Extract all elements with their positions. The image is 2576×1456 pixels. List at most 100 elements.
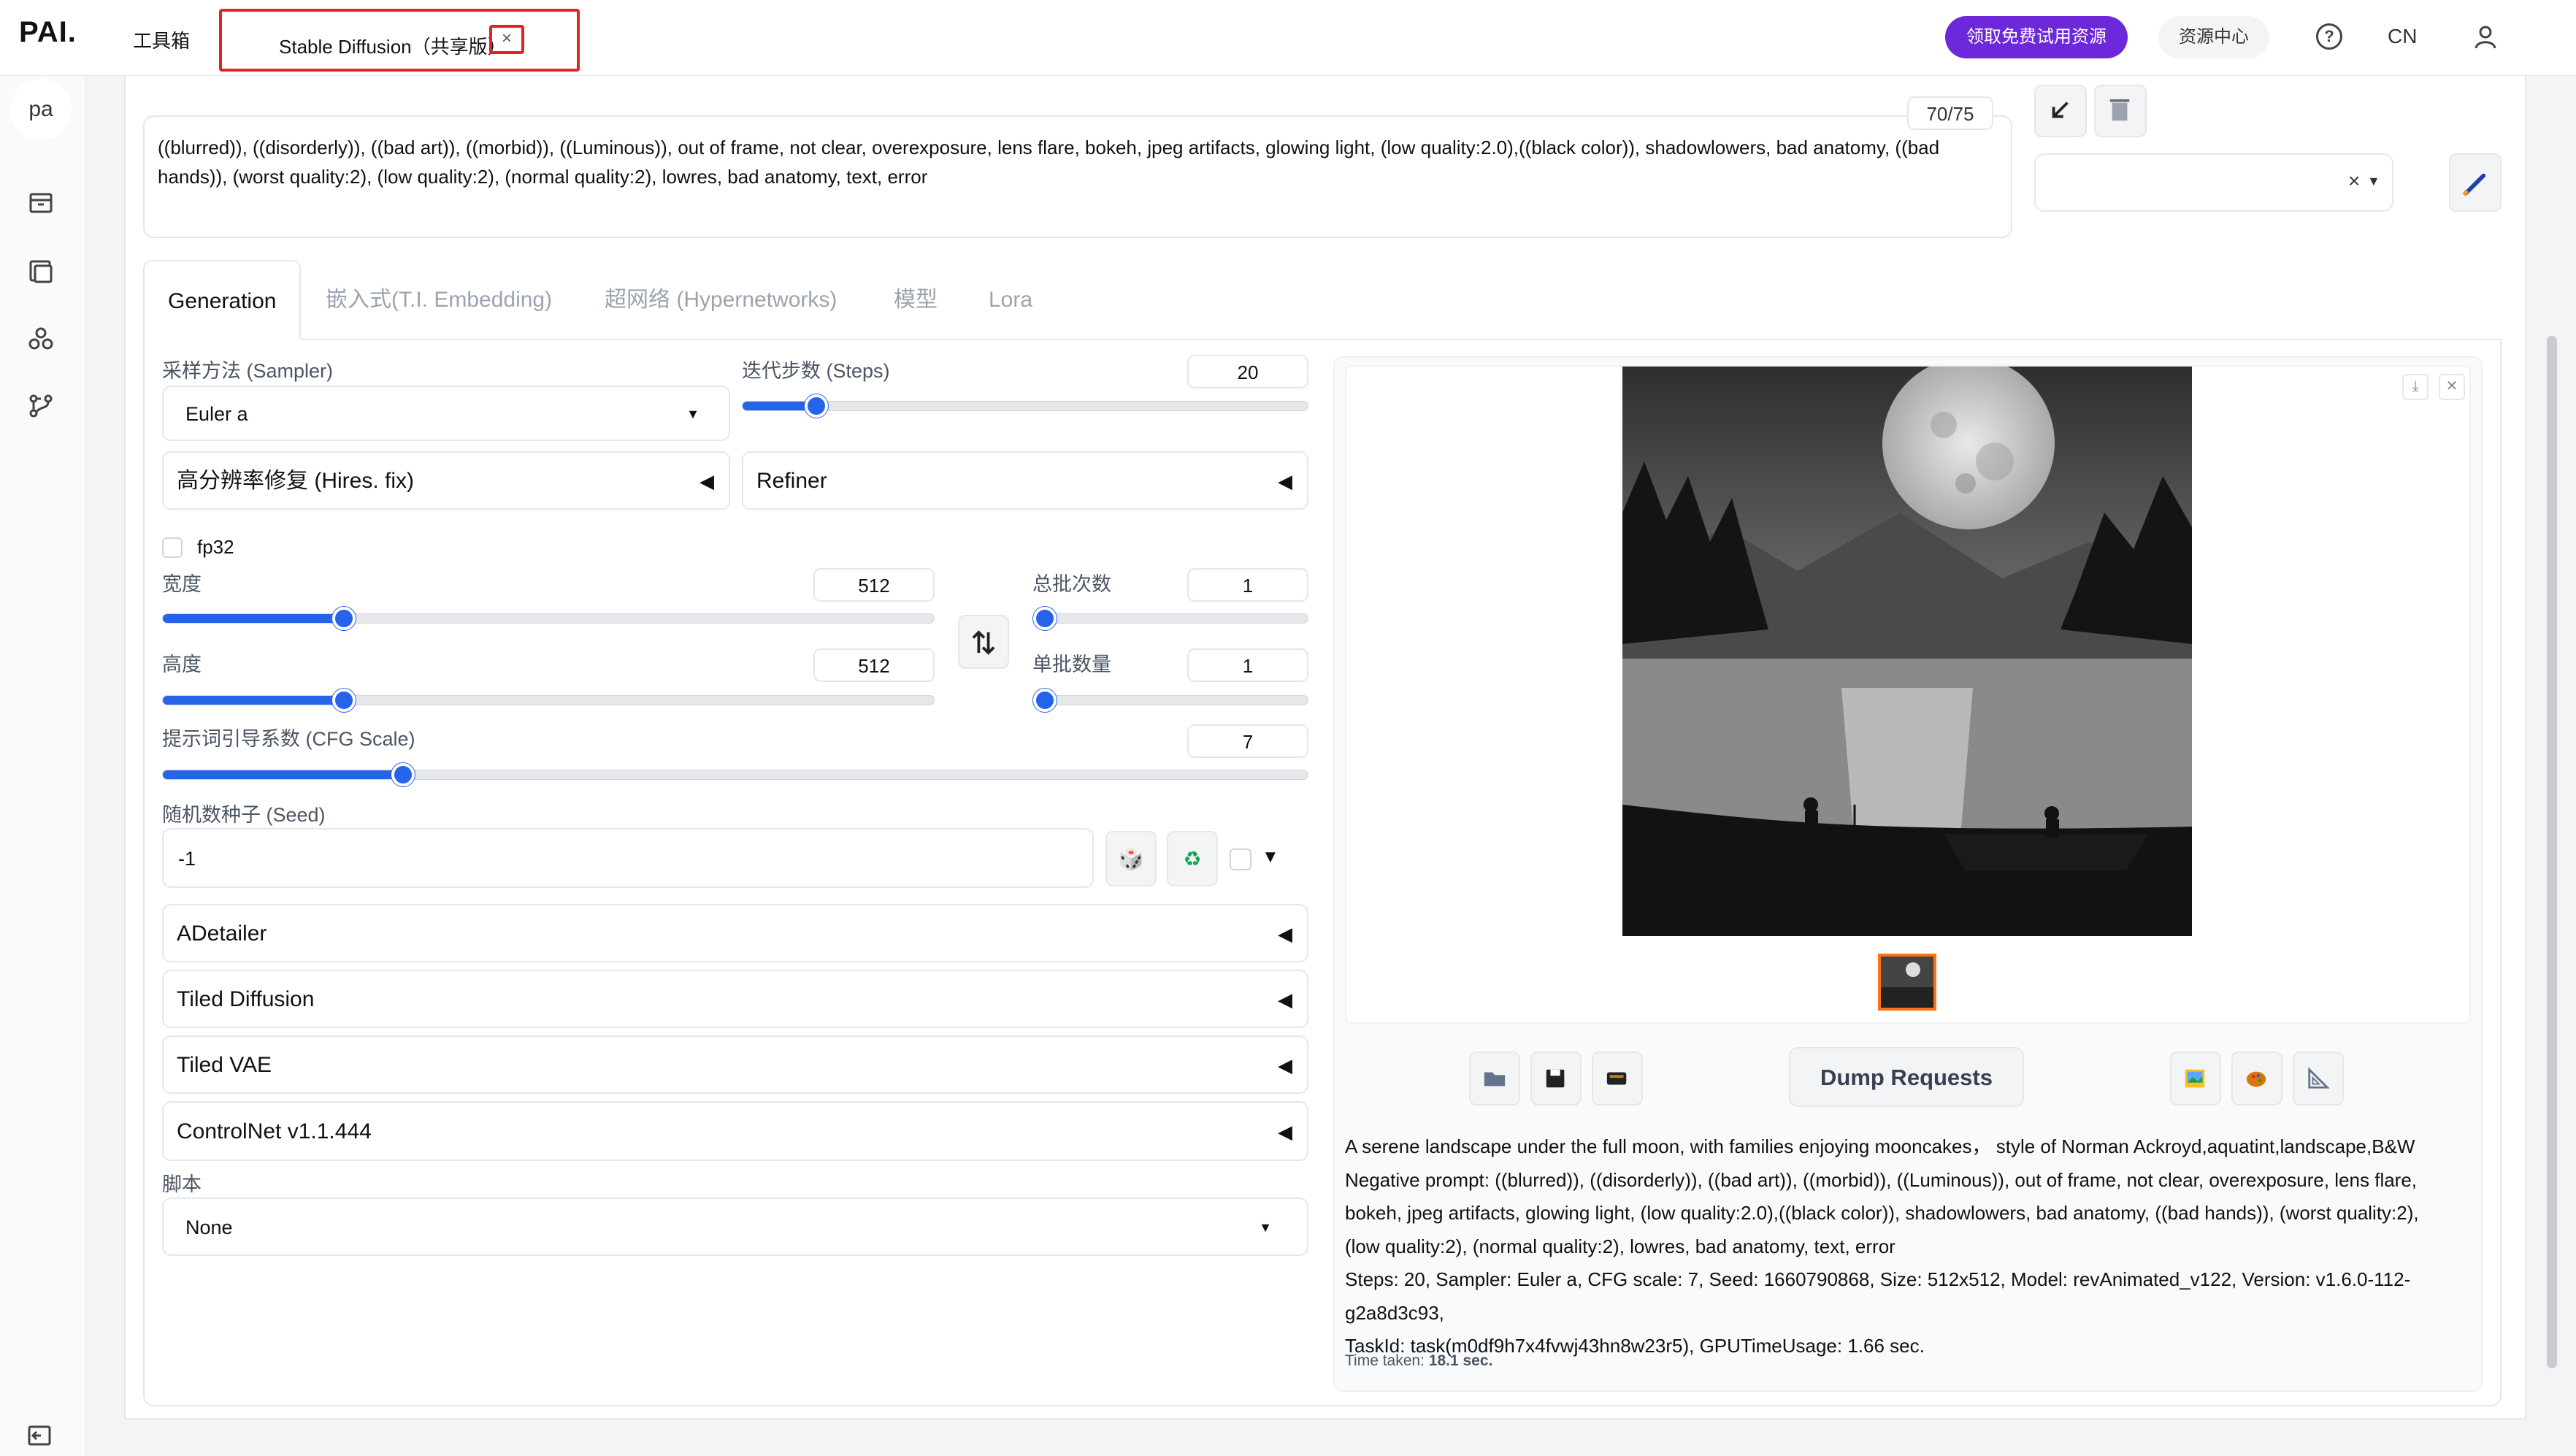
send-to-img2img-button[interactable] bbox=[2170, 1051, 2221, 1106]
info-line: Negative prompt: ((blurred)), ((disorder… bbox=[1345, 1168, 2418, 1191]
generation-info: A serene landscape under the full moon, … bbox=[1345, 1130, 2474, 1363]
collapse-icon[interactable] bbox=[25, 1421, 54, 1450]
dice-icon: 🎲 bbox=[1118, 848, 1144, 870]
dump-requests-button[interactable]: Dump Requests bbox=[1789, 1047, 2024, 1107]
clear-prompt-button[interactable] bbox=[2094, 85, 2147, 137]
cluster-icon[interactable] bbox=[26, 324, 55, 353]
negative-prompt-input[interactable]: ((blurred)), ((disorderly)), ((bad art))… bbox=[143, 115, 2012, 238]
style-select[interactable]: × ▼ bbox=[2034, 153, 2393, 212]
cfg-scale-slider[interactable] bbox=[162, 763, 1308, 786]
avatar[interactable]: pa bbox=[10, 79, 72, 140]
swap-icon bbox=[972, 630, 995, 655]
controlnet-accordion[interactable]: ControlNet v1.1.444 ◀ bbox=[162, 1101, 1308, 1161]
cfg-scale-input[interactable]: 7 bbox=[1187, 724, 1308, 758]
open-folder-button[interactable] bbox=[1469, 1051, 1520, 1106]
width-input[interactable]: 512 bbox=[813, 568, 935, 602]
zip-button[interactable] bbox=[1592, 1051, 1643, 1106]
chevron-down-icon: ▼ bbox=[686, 407, 699, 421]
tiled-vae-accordion[interactable]: Tiled VAE ◀ bbox=[162, 1035, 1308, 1094]
pai-logo[interactable]: PAI. bbox=[19, 16, 77, 49]
script-select[interactable]: None ▼ bbox=[162, 1198, 1308, 1256]
pipeline-icon[interactable] bbox=[26, 391, 55, 421]
batch-size-slider[interactable] bbox=[1033, 689, 1308, 712]
batch-size-slider-handle[interactable] bbox=[1033, 689, 1057, 712]
height-input[interactable]: 512 bbox=[813, 648, 935, 682]
refiner-accordion[interactable]: Refiner ◀ bbox=[742, 451, 1308, 510]
tab-toolbox[interactable]: 工具箱 bbox=[133, 26, 190, 53]
width-slider-handle[interactable] bbox=[332, 607, 356, 630]
tab-stable-diffusion[interactable]: Stable Diffusion（共享版） × bbox=[219, 9, 580, 72]
batch-count-slider[interactable] bbox=[1033, 607, 1308, 630]
script-value: None bbox=[185, 1216, 233, 1238]
reuse-seed-button[interactable]: ♻ bbox=[1167, 831, 1218, 886]
fp32-checkbox[interactable] bbox=[162, 537, 183, 558]
tab-generation[interactable]: Generation bbox=[143, 260, 302, 340]
clear-style-icon[interactable]: × bbox=[2348, 169, 2360, 193]
tab-hypernetworks[interactable]: 超网络 (Hypernetworks) bbox=[605, 260, 837, 340]
page-scrollbar[interactable] bbox=[2547, 336, 2557, 1368]
zip-icon bbox=[1606, 1072, 1627, 1085]
batch-count-label: 总批次数 bbox=[1032, 573, 1111, 595]
download-icon[interactable]: ⤓ bbox=[2402, 374, 2429, 400]
collapse-triangle-icon: ◀ bbox=[1278, 1121, 1292, 1143]
send-to-extras-button[interactable] bbox=[2293, 1051, 2344, 1106]
hires-fix-accordion[interactable]: 高分辨率修复 (Hires. fix) ◀ bbox=[162, 451, 730, 510]
batch-size-input[interactable]: 1 bbox=[1187, 648, 1308, 682]
batch-size-label: 单批数量 bbox=[1032, 654, 1111, 675]
swap-dimensions-button[interactable] bbox=[958, 615, 1009, 669]
batch-count-slider-handle[interactable] bbox=[1033, 607, 1057, 630]
image-icon bbox=[2185, 1069, 2205, 1088]
read-params-button[interactable] bbox=[2034, 85, 2087, 137]
box-icon[interactable] bbox=[26, 188, 55, 218]
tab-bar: Generation 嵌入式(T.I. Embedding) 超网络 (Hype… bbox=[143, 260, 2502, 340]
save-button[interactable] bbox=[1530, 1051, 1582, 1106]
recycle-icon: ♻ bbox=[1183, 848, 1202, 870]
chevron-down-icon: ▼ bbox=[2367, 174, 2380, 188]
tab-lora[interactable]: Lora bbox=[989, 260, 1032, 340]
free-trial-button[interactable]: 领取免费试用资源 bbox=[1945, 16, 2128, 58]
extra-seed-toggle-icon[interactable]: ▼ bbox=[1262, 847, 1279, 867]
ruler-icon bbox=[2308, 1067, 2330, 1089]
extra-seed-checkbox[interactable] bbox=[1230, 848, 1251, 870]
close-tab-icon[interactable]: × bbox=[489, 25, 524, 54]
width-slider[interactable] bbox=[162, 607, 935, 630]
sampler-value: Euler a bbox=[185, 403, 248, 425]
send-to-inpaint-button[interactable] bbox=[2231, 1051, 2282, 1106]
chevron-down-icon: ▼ bbox=[1259, 1220, 1272, 1235]
help-icon[interactable]: ? bbox=[2316, 23, 2342, 50]
height-label: 高度 bbox=[162, 654, 202, 675]
apply-style-button[interactable] bbox=[2449, 153, 2502, 212]
width-label: 宽度 bbox=[162, 573, 202, 595]
steps-input[interactable]: 20 bbox=[1187, 355, 1308, 388]
tab-stable-diffusion-label: Stable Diffusion（共享版） bbox=[279, 36, 507, 58]
info-line: Steps: 20, Sampler: Euler a, CFG scale: … bbox=[1345, 1268, 2411, 1324]
height-slider[interactable] bbox=[162, 689, 935, 712]
tiled-diffusion-accordion[interactable]: Tiled Diffusion ◀ bbox=[162, 970, 1308, 1028]
sampler-select[interactable]: Euler a ▼ bbox=[162, 386, 730, 441]
generated-image-preview[interactable] bbox=[1622, 367, 2192, 936]
tab-models[interactable]: 模型 bbox=[894, 260, 938, 340]
language-switch[interactable]: CN bbox=[2388, 25, 2417, 48]
seed-input[interactable]: -1 bbox=[162, 828, 1094, 888]
adetailer-label: ADetailer bbox=[177, 922, 267, 946]
steps-slider[interactable] bbox=[742, 394, 1308, 418]
tab-embedding[interactable]: 嵌入式(T.I. Embedding) bbox=[326, 260, 552, 340]
cfg-scale-label: 提示词引导系数 (CFG Scale) bbox=[162, 728, 415, 750]
random-seed-button[interactable]: 🎲 bbox=[1105, 831, 1157, 886]
close-icon[interactable]: ✕ bbox=[2439, 374, 2465, 400]
steps-label: 迭代步数 (Steps) bbox=[742, 360, 890, 382]
height-slider-handle[interactable] bbox=[332, 689, 356, 712]
gallery-icon[interactable] bbox=[26, 257, 55, 286]
time-taken-label: Time taken: bbox=[1345, 1352, 1425, 1369]
batch-count-input[interactable]: 1 bbox=[1187, 568, 1308, 602]
user-icon[interactable] bbox=[2471, 22, 2500, 51]
image-thumbnail[interactable] bbox=[1878, 954, 1936, 1011]
collapse-triangle-icon: ◀ bbox=[1278, 989, 1292, 1011]
adetailer-accordion[interactable]: ADetailer ◀ bbox=[162, 904, 1308, 962]
sampler-label: 采样方法 (Sampler) bbox=[162, 360, 334, 382]
seed-label: 随机数种子 (Seed) bbox=[162, 804, 326, 826]
info-line: TaskId: task(m0df9h7x4fvwj43hn8w23r5), G… bbox=[1345, 1335, 1925, 1357]
resource-center-button[interactable]: 资源中心 bbox=[2158, 16, 2269, 58]
steps-slider-handle[interactable] bbox=[804, 394, 828, 418]
fp32-label: fp32 bbox=[197, 536, 234, 558]
